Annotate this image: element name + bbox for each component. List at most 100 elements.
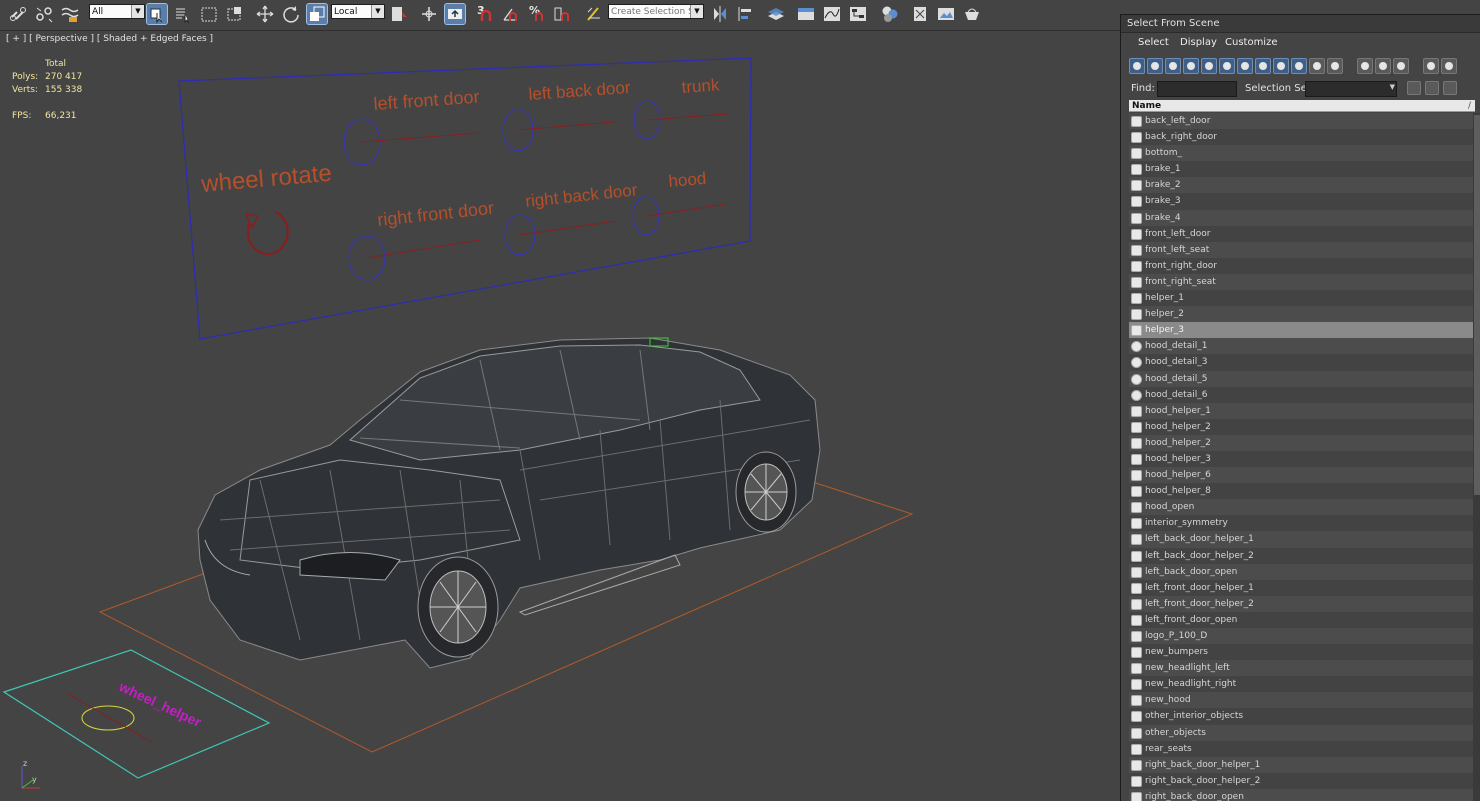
invert-display-icon[interactable] bbox=[1393, 58, 1409, 74]
list-item[interactable]: hood_helper_1 bbox=[1129, 402, 1473, 419]
left-back-door-slider[interactable] bbox=[502, 108, 615, 152]
display-containers-icon[interactable] bbox=[1291, 58, 1307, 74]
rear-wheel[interactable] bbox=[735, 451, 797, 533]
column-header-name[interactable]: Name / bbox=[1129, 100, 1475, 112]
wheel-helper-plane[interactable]: wheel_helper bbox=[2, 649, 271, 779]
selection-set-dropdown[interactable]: ▼ bbox=[1305, 81, 1397, 97]
list-item[interactable]: right_back_door_open bbox=[1129, 788, 1473, 801]
select-manipulate-icon[interactable] bbox=[419, 4, 439, 24]
keyboard-shortcut-icon[interactable] bbox=[444, 3, 466, 25]
display-hidden-icon[interactable] bbox=[1327, 58, 1343, 74]
mirror-icon[interactable] bbox=[710, 4, 730, 24]
scene-object-list[interactable]: back_left_door back_right_door bottom_ brak… bbox=[1129, 113, 1473, 801]
display-all-icon[interactable] bbox=[1357, 58, 1373, 74]
display-groups-icon[interactable] bbox=[1237, 58, 1253, 74]
unlink-icon[interactable] bbox=[34, 4, 54, 24]
filter-icon[interactable] bbox=[1423, 58, 1439, 74]
render-setup-icon[interactable] bbox=[910, 4, 930, 24]
rendered-frame-icon[interactable] bbox=[936, 4, 956, 24]
display-frozen-icon[interactable] bbox=[1309, 58, 1325, 74]
list-item[interactable]: rear_seats bbox=[1129, 740, 1473, 757]
ribbon-icon[interactable] bbox=[796, 4, 816, 24]
list-item[interactable]: bottom_ bbox=[1129, 145, 1473, 162]
snaps-toggle-icon[interactable]: 3 bbox=[474, 4, 494, 24]
display-space-warps-icon[interactable] bbox=[1219, 58, 1235, 74]
move-icon[interactable] bbox=[255, 4, 275, 24]
viewport-label[interactable]: [ + ] [ Perspective ] [ Shaded + Edged F… bbox=[6, 34, 213, 44]
hood-slider[interactable] bbox=[632, 196, 727, 236]
right-front-door-slider[interactable] bbox=[348, 235, 481, 281]
list-scrollbar-thumb[interactable] bbox=[1474, 115, 1480, 495]
left-front-door-slider[interactable] bbox=[343, 118, 479, 166]
list-item[interactable]: back_right_door bbox=[1129, 129, 1473, 146]
menu-display[interactable]: Display bbox=[1180, 37, 1217, 48]
list-item[interactable]: new_bumpers bbox=[1129, 644, 1473, 661]
add-to-selection-set-icon[interactable] bbox=[1425, 81, 1439, 95]
trunk-slider[interactable] bbox=[633, 100, 728, 140]
list-item[interactable]: helper_1 bbox=[1129, 290, 1473, 307]
edit-selection-set-icon[interactable] bbox=[1407, 81, 1421, 95]
list-item[interactable]: left_back_door_helper_2 bbox=[1129, 547, 1473, 564]
named-selection-sets-dropdown[interactable]: Create Selection Se ▼ bbox=[608, 4, 704, 19]
list-item[interactable]: hood_helper_6 bbox=[1129, 467, 1473, 484]
angle-snap-icon[interactable] bbox=[500, 4, 520, 24]
list-item[interactable]: left_back_door_open bbox=[1129, 563, 1473, 580]
display-helpers-icon[interactable] bbox=[1201, 58, 1217, 74]
list-item[interactable]: other_interior_objects bbox=[1129, 708, 1473, 725]
curve-editor-icon[interactable] bbox=[822, 4, 842, 24]
list-item[interactable]: new_hood bbox=[1129, 692, 1473, 709]
find-input[interactable] bbox=[1157, 81, 1237, 97]
list-item[interactable]: left_back_door_helper_1 bbox=[1129, 531, 1473, 548]
list-item[interactable]: left_front_door_open bbox=[1129, 611, 1473, 628]
list-item[interactable]: hood_helper_2 bbox=[1129, 434, 1473, 451]
list-item[interactable]: logo_P_100_D bbox=[1129, 628, 1473, 645]
list-item[interactable]: brake_1 bbox=[1129, 161, 1473, 178]
list-item[interactable]: right_back_door_helper_1 bbox=[1129, 756, 1473, 773]
list-item[interactable]: hood_detail_5 bbox=[1129, 370, 1473, 387]
list-item[interactable]: front_left_seat bbox=[1129, 241, 1473, 258]
spinner-snap-icon[interactable] bbox=[552, 4, 572, 24]
schematic-view-icon[interactable] bbox=[848, 4, 868, 24]
list-item[interactable]: brake_2 bbox=[1129, 177, 1473, 194]
list-item[interactable]: front_right_seat bbox=[1129, 273, 1473, 291]
display-geometry-icon[interactable] bbox=[1129, 58, 1145, 74]
display-bones-icon[interactable] bbox=[1273, 58, 1289, 74]
rotate-icon[interactable] bbox=[281, 4, 301, 24]
list-item[interactable]: hood_detail_3 bbox=[1129, 354, 1473, 371]
list-item[interactable]: left_front_door_helper_2 bbox=[1129, 595, 1473, 612]
render-icon[interactable] bbox=[962, 4, 982, 24]
edit-named-selection-icon[interactable] bbox=[584, 4, 604, 24]
menu-select[interactable]: Select bbox=[1138, 37, 1169, 48]
align-icon[interactable] bbox=[736, 4, 756, 24]
list-item[interactable]: back_left_door bbox=[1129, 113, 1473, 130]
right-back-door-slider[interactable] bbox=[504, 214, 617, 256]
rect-region-icon[interactable] bbox=[199, 4, 219, 24]
selection-filter-dropdown[interactable]: All ▼ bbox=[89, 4, 145, 19]
display-cameras-icon[interactable] bbox=[1183, 58, 1199, 74]
window-crossing-icon[interactable] bbox=[225, 4, 245, 24]
list-item[interactable]: interior_symmetry bbox=[1129, 515, 1473, 532]
wheel-rotate-icon[interactable] bbox=[244, 211, 289, 256]
bind-space-warp-icon[interactable] bbox=[60, 4, 80, 24]
select-object-icon[interactable] bbox=[146, 3, 168, 25]
list-item[interactable]: helper_3 bbox=[1129, 322, 1473, 339]
list-item[interactable]: other_objects bbox=[1129, 724, 1473, 741]
scene-canvas[interactable]: wheel rotate left front door left back d… bbox=[0, 31, 1120, 800]
remove-from-selection-set-icon[interactable] bbox=[1443, 81, 1457, 95]
filter-options-icon[interactable] bbox=[1441, 58, 1457, 74]
list-item[interactable]: right_back_door_helper_2 bbox=[1129, 772, 1473, 789]
list-item[interactable]: hood_detail_1 bbox=[1129, 338, 1473, 355]
list-item[interactable]: helper_2 bbox=[1129, 306, 1473, 323]
list-item[interactable]: hood_detail_6 bbox=[1129, 386, 1473, 403]
link-icon[interactable] bbox=[8, 4, 28, 24]
layer-manager-icon[interactable] bbox=[766, 4, 786, 24]
list-item[interactable]: brake_3 bbox=[1129, 193, 1473, 210]
list-item[interactable]: front_right_door bbox=[1129, 257, 1473, 274]
display-none-icon[interactable] bbox=[1375, 58, 1391, 74]
select-by-name-icon[interactable] bbox=[173, 4, 193, 24]
material-editor-icon[interactable] bbox=[880, 4, 900, 24]
perspective-viewport[interactable]: [ + ] [ Perspective ] [ Shaded + Edged F… bbox=[0, 31, 1121, 800]
list-item[interactable]: hood_helper_8 bbox=[1129, 483, 1473, 500]
pivot-icon[interactable] bbox=[389, 4, 409, 24]
display-shapes-icon[interactable] bbox=[1147, 58, 1163, 74]
